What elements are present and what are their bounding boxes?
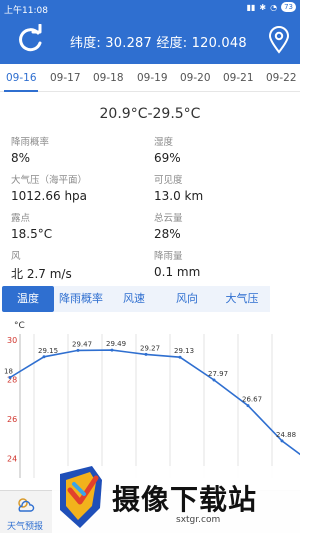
temperature-line: [9, 349, 300, 456]
chart-data-label: 29.15: [38, 347, 58, 355]
metric-value: 8%: [11, 151, 31, 165]
tab-date-5[interactable]: 09-21: [223, 72, 254, 84]
metric-label: 湿度: [154, 137, 174, 148]
temperature-range: 20.9°C-29.5°C: [99, 106, 201, 122]
metric-value: 69%: [154, 151, 181, 165]
metric-visibility: 可见度 13.0 km: [154, 172, 203, 203]
chart-data-label: 29.13: [174, 347, 194, 355]
chart-tab-bar: 温度 降雨概率 风速 风向 大气压: [0, 286, 300, 312]
metric-value: 1012.66 hpa: [11, 189, 88, 203]
metric-label: 大气压（海平面）: [11, 175, 88, 186]
nav-weather-forecast[interactable]: 天气预报: [0, 491, 50, 533]
chart-y-tick-label: 26: [7, 415, 17, 424]
chart-y-tick-label: 24: [7, 454, 17, 463]
tab-date-4[interactable]: 09-20: [180, 72, 211, 84]
coordinates-text: 纬度: 30.287 经度: 120.048: [70, 36, 247, 51]
location-pin-icon[interactable]: [268, 26, 290, 54]
metric-label: 降雨量: [154, 251, 183, 262]
metric-label: 风: [11, 251, 21, 262]
chart-point: [178, 355, 182, 359]
metric-humidity: 湿度 69%: [154, 134, 181, 165]
tab-pressure[interactable]: 大气压: [214, 286, 270, 312]
chart-data-label: 29.47: [72, 340, 92, 348]
metric-value: 28%: [154, 227, 181, 241]
chart-point: [280, 439, 284, 443]
watermark-text: 摄像下载站: [112, 483, 258, 516]
metric-pressure: 大气压（海平面） 1012.66 hpa: [11, 172, 87, 203]
chart-point: [110, 348, 114, 352]
metric-rain-probability: 降雨概率 8%: [11, 134, 49, 165]
metric-rainfall: 降雨量 0.1 mm: [154, 248, 200, 279]
chart-y-ticks: 24262830: [7, 336, 17, 463]
chart-point: [246, 404, 250, 408]
metric-label: 降雨概率: [11, 137, 50, 148]
signal-icon: ▮▮: [246, 2, 256, 12]
tab-temperature[interactable]: 温度: [2, 286, 54, 312]
bluetooth-icon: ✱: [259, 2, 267, 12]
tab-date-2[interactable]: 09-18: [93, 72, 124, 84]
chart-data-label: 24.88: [276, 431, 296, 439]
chart-point: [42, 355, 46, 359]
temperature-chart: 24262830 °C 1829.1529.47 29.4929.27 29.132…: [4, 321, 300, 478]
status-bar: 上午11:08 ▮▮ ✱ ◔ 73: [0, 0, 300, 16]
nav-label: 天气预报: [6, 522, 43, 532]
status-time: 上午11:08: [4, 6, 48, 16]
metric-dew-point: 露点 18.5°C: [11, 210, 52, 241]
chart-y-axis-label: °C: [14, 321, 25, 331]
chart-data-label: 26.67: [242, 396, 262, 404]
metric-wind: 风 北 2.7 m/s: [11, 248, 72, 282]
refresh-icon[interactable]: [14, 24, 46, 56]
chart-data-label: 18: [4, 367, 13, 375]
tab-date-0[interactable]: 09-16: [6, 72, 37, 84]
status-icons: ▮▮ ✱ ◔ 73: [247, 2, 296, 12]
chart-point: [212, 378, 216, 382]
battery-icon: 73: [281, 2, 296, 12]
metric-value: 0.1 mm: [154, 265, 201, 279]
metric-label: 总云量: [154, 213, 183, 224]
tab-date-1[interactable]: 09-17: [50, 72, 81, 84]
chart-point: [8, 376, 12, 379]
chart-y-tick-label: 30: [7, 336, 17, 345]
active-date-indicator: [4, 90, 38, 92]
chart-data-label: 27.97: [208, 370, 228, 378]
tab-wind-speed[interactable]: 风速: [108, 286, 160, 312]
wifi-icon: ◔: [270, 2, 278, 12]
tab-date-3[interactable]: 09-19: [137, 72, 168, 84]
chart-points: [8, 348, 284, 443]
app-header: 纬度: 30.287 经度: 120.048: [0, 16, 300, 64]
metric-value: 18.5°C: [11, 227, 53, 241]
chart-point: [144, 352, 148, 356]
tab-wind-direction[interactable]: 风向: [160, 286, 214, 312]
metric-cloud-cover: 总云量 28%: [154, 210, 183, 241]
tab-rain-probability[interactable]: 降雨概率: [54, 286, 108, 312]
weather-forecast-icon: [18, 498, 35, 512]
metric-value: 北 2.7 m/s: [11, 267, 72, 281]
date-tab-bar: 09-16 09-17 09-18 09-19 09-20 09-21 09-2…: [0, 64, 300, 92]
watermark-url: sxtgr.com: [176, 515, 221, 525]
tab-date-6[interactable]: 09-22: [266, 72, 297, 84]
metric-label: 可见度: [154, 175, 183, 186]
chart-point: [76, 348, 80, 352]
metric-label: 露点: [11, 213, 31, 224]
chart-data-label: 29.27: [140, 344, 160, 352]
metric-value: 13.0 km: [154, 189, 204, 203]
chart-data-label: 29.49: [106, 340, 126, 348]
